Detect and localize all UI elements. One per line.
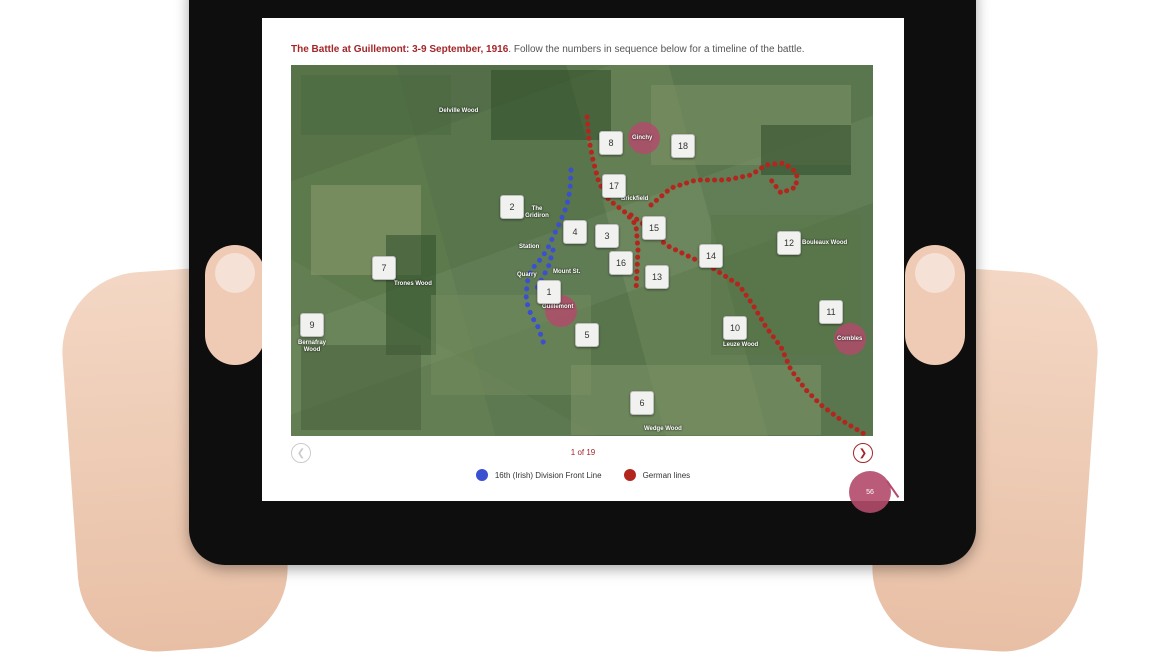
map-legend: 16th (Irish) Division Front Line German … xyxy=(262,469,904,481)
german-line-east xyxy=(648,160,800,208)
marker-7[interactable]: 7 xyxy=(372,256,396,280)
tablet-screen: The Battle at Guillemont: 3-9 September,… xyxy=(262,18,904,501)
blue-dot-icon xyxy=(475,469,488,481)
page-heading: The Battle at Guillemont: 3-9 September,… xyxy=(291,44,805,55)
legend-item-german: German lines xyxy=(623,469,691,481)
label-the-gridiron: The Gridiron xyxy=(525,206,549,219)
legend-item-irish: 16th (Irish) Division Front Line xyxy=(475,469,602,481)
heading-title: The Battle at Guillemont: 3-9 September,… xyxy=(291,44,509,55)
marker-3[interactable]: 3 xyxy=(595,224,619,248)
marker-11[interactable]: 11 xyxy=(819,300,843,324)
marker-9[interactable]: 9 xyxy=(300,313,324,337)
chevron-right-icon: ❯ xyxy=(858,447,868,459)
german-line-south xyxy=(628,212,869,436)
page-badge: 56 xyxy=(849,471,891,513)
red-dot-icon xyxy=(623,469,636,481)
left-thumb xyxy=(205,245,265,365)
next-slide-button[interactable]: ❯ xyxy=(853,443,873,463)
marker-18[interactable]: 18 xyxy=(671,134,695,158)
label-leuze-wood: Leuze Wood xyxy=(723,342,759,348)
heading-instruction: . Follow the numbers in sequence below f… xyxy=(508,44,805,55)
legend-label-irish: 16th (Irish) Division Front Line xyxy=(494,470,602,480)
marker-16[interactable]: 16 xyxy=(609,251,633,275)
marker-4[interactable]: 4 xyxy=(563,220,587,244)
marker-2[interactable]: 2 xyxy=(500,195,524,219)
label-station: Station xyxy=(519,244,540,250)
marker-6[interactable]: 6 xyxy=(630,391,654,415)
marker-17[interactable]: 17 xyxy=(602,174,626,198)
legend-label-german: German lines xyxy=(642,470,691,480)
label-trones-wood: Trones Wood xyxy=(394,281,432,287)
marker-8[interactable]: 8 xyxy=(599,131,623,155)
label-bernafray-wood: Bernafray Wood xyxy=(297,340,326,353)
marker-15[interactable]: 15 xyxy=(642,216,666,240)
label-quarry: Quarry xyxy=(517,272,537,278)
marker-5[interactable]: 5 xyxy=(575,323,599,347)
battle-map[interactable]: Delville Wood Ginchy The Gridiron Brickf… xyxy=(291,65,873,436)
label-combles: Combles xyxy=(837,336,863,342)
label-delville-wood: Delville Wood xyxy=(439,108,479,114)
marker-1[interactable]: 1 xyxy=(537,280,561,304)
marker-12[interactable]: 12 xyxy=(777,231,801,255)
right-thumb xyxy=(905,245,965,365)
label-ginchy: Ginchy xyxy=(632,135,653,141)
label-bouleaux-wood: Bouleaux Wood xyxy=(802,240,848,246)
slide-counter: 1 of 19 xyxy=(570,448,596,457)
marker-13[interactable]: 13 xyxy=(645,265,669,289)
label-mount-st: Mount St. xyxy=(553,269,581,275)
marker-14[interactable]: 14 xyxy=(699,244,723,268)
marker-10[interactable]: 10 xyxy=(723,316,747,340)
label-wedge-wood: Wedge Wood xyxy=(644,426,682,432)
label-guillemont: Guillemont xyxy=(542,304,574,310)
